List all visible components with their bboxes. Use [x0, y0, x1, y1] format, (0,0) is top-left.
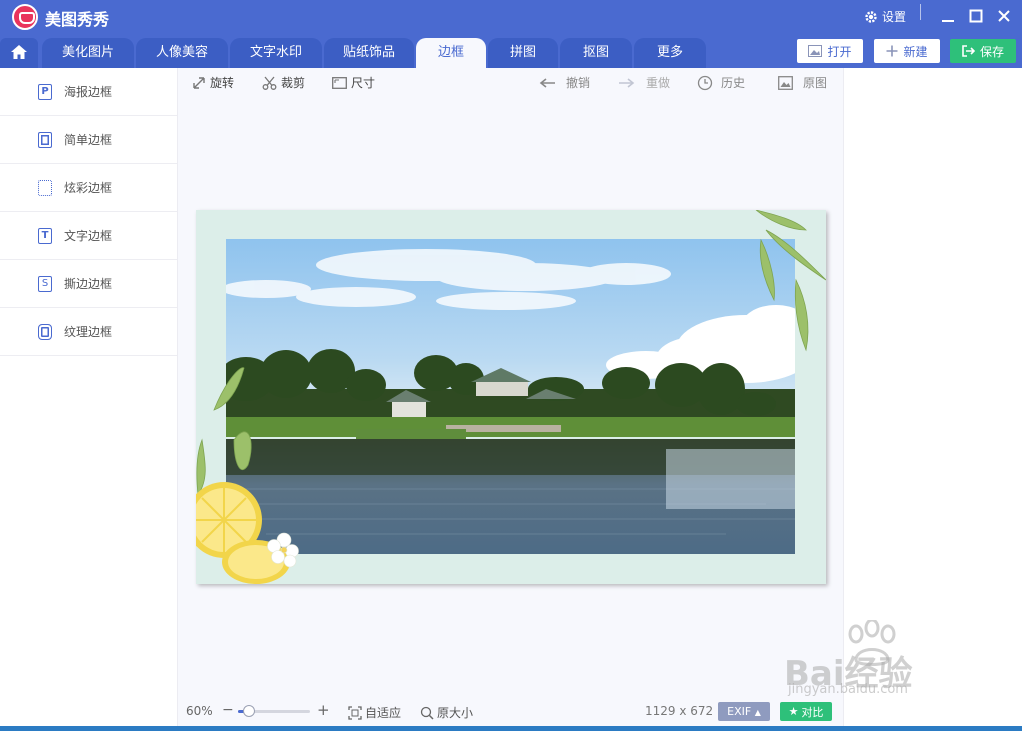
maximize-button[interactable]: [965, 5, 987, 27]
resize-icon: [332, 76, 347, 89]
tab-beautify[interactable]: 美化图片: [42, 38, 134, 68]
zoom-out-button[interactable]: −: [222, 702, 234, 718]
rotate-button[interactable]: 旋转: [192, 74, 234, 91]
watermark-site: jingyan.baidu.com: [788, 682, 908, 697]
home-icon: [11, 45, 27, 59]
tab-portrait[interactable]: 人像美容: [136, 38, 228, 68]
save-label: 保存: [979, 44, 1004, 59]
sidebar-item-label: 简单边框: [64, 133, 113, 147]
fit-to-window-button[interactable]: 自适应: [348, 704, 401, 721]
sidebar-item-text-frame[interactable]: T 文字边框: [0, 212, 177, 260]
undo-button[interactable]: 撤销: [538, 74, 590, 91]
history-button[interactable]: 历史: [697, 74, 745, 91]
close-icon: [998, 10, 1010, 22]
sidebar-item-colorful-frame[interactable]: 炫彩边框: [0, 164, 177, 212]
minimize-icon: [942, 20, 954, 22]
zoom-bar: 60% − + 自适应 原大小 1129 x 672 EXIF ▲ ★ 对比: [178, 700, 843, 722]
undo-arrow-icon: [539, 77, 555, 88]
actual-size-button[interactable]: 原大小: [420, 704, 473, 721]
caret-up-icon: ▲: [754, 708, 761, 717]
sidebar-item-poster-frame[interactable]: P 海报边框: [0, 68, 177, 116]
poster-frame-icon: P: [38, 84, 52, 100]
size-label: 尺寸: [351, 76, 376, 90]
size-button[interactable]: 尺寸: [332, 74, 375, 91]
settings-label: 设置: [882, 10, 907, 24]
tab-text-watermark[interactable]: 文字水印: [230, 38, 322, 68]
floral-decoration: [196, 210, 826, 584]
tab-cutout[interactable]: 抠图: [560, 38, 632, 68]
undo-label: 撤销: [566, 76, 591, 90]
history-label: 历史: [721, 76, 746, 90]
torn-frame-icon: S: [38, 276, 52, 292]
save-button[interactable]: 保存: [950, 39, 1016, 63]
sidebar-item-label: 海报边框: [64, 85, 113, 99]
maximize-icon: [969, 9, 983, 23]
framed-image[interactable]: [196, 210, 826, 584]
sidebar-item-label: 炫彩边框: [64, 181, 113, 195]
app-logo-icon: [12, 4, 38, 30]
actual-size-label: 原大小: [437, 706, 474, 720]
sidebar-item-simple-frame[interactable]: 简单边框: [0, 116, 177, 164]
original-label: 原图: [803, 76, 828, 90]
taskbar-strip: [0, 726, 1022, 731]
app-title: 美图秀秀: [45, 10, 110, 29]
rotate-label: 旋转: [210, 76, 235, 90]
tab-home[interactable]: [0, 38, 38, 68]
plus-icon: [886, 45, 898, 57]
zoom-slider-handle[interactable]: [242, 705, 255, 717]
tab-more[interactable]: 更多: [634, 38, 706, 68]
sidebar-item-torn-frame[interactable]: S 撕边边框: [0, 260, 177, 308]
new-button[interactable]: 新建: [874, 39, 940, 63]
exif-label: EXIF: [727, 705, 752, 718]
sidebar-item-label: 文字边框: [64, 229, 113, 243]
exif-button[interactable]: EXIF ▲: [718, 702, 770, 721]
zoom-slider[interactable]: [238, 705, 310, 717]
export-icon: [962, 45, 975, 57]
text-frame-icon: T: [38, 228, 52, 244]
fit-icon: [348, 705, 362, 720]
colorful-frame-icon: [38, 180, 52, 196]
scissors-icon: [262, 76, 277, 90]
image-icon: [778, 75, 793, 90]
frame-category-sidebar: P 海报边框 简单边框 炫彩边框 T 文字边框 S 撕边边框 纹理边框: [0, 68, 178, 731]
magnifier-icon: [420, 706, 434, 720]
tab-collage[interactable]: 拼图: [488, 38, 558, 68]
sidebar-item-label: 撕边边框: [64, 277, 113, 291]
gear-icon: [865, 10, 877, 23]
texture-frame-icon: [38, 324, 52, 340]
baidu-jingyan-watermark: Bai经验 jingyan.baidu.com: [784, 620, 974, 710]
crop-label: 裁剪: [281, 76, 306, 90]
zoom-percentage: 60%: [186, 704, 213, 718]
clock-icon: [697, 75, 713, 90]
title-bar: 美图秀秀 设置: [0, 0, 1022, 34]
new-label: 新建: [903, 44, 928, 59]
crop-button[interactable]: 裁剪: [262, 74, 305, 91]
rotate-icon: [193, 76, 205, 89]
tab-bar: 美化图片 人像美容 文字水印 贴纸饰品 边框 拼图 抠图 更多 打开 新建 保存: [0, 34, 1022, 68]
minimize-button[interactable]: [937, 5, 959, 27]
settings-button[interactable]: 设置: [864, 8, 906, 25]
sidebar-item-texture-frame[interactable]: 纹理边框: [0, 308, 177, 356]
fit-label: 自适应: [365, 706, 402, 720]
image-open-icon: [808, 45, 823, 57]
redo-label: 重做: [646, 76, 671, 90]
editor-canvas: 旋转 裁剪 尺寸 撤销 重做 历史 原图 60% − + 自适应 原大小 112…: [178, 68, 843, 731]
zoom-in-button[interactable]: +: [317, 701, 330, 719]
simple-frame-icon: [38, 132, 52, 148]
original-image-button[interactable]: 原图: [778, 74, 827, 91]
close-button[interactable]: [993, 5, 1015, 27]
redo-arrow-icon: [619, 77, 635, 88]
tab-stickers[interactable]: 贴纸饰品: [324, 38, 414, 68]
open-button[interactable]: 打开: [797, 39, 863, 63]
open-label: 打开: [827, 44, 852, 59]
image-dimensions: 1129 x 672: [645, 704, 714, 718]
sidebar-item-label: 纹理边框: [64, 325, 113, 339]
tab-frames[interactable]: 边框: [416, 38, 486, 68]
redo-button[interactable]: 重做: [618, 74, 670, 91]
title-divider: [920, 4, 921, 20]
